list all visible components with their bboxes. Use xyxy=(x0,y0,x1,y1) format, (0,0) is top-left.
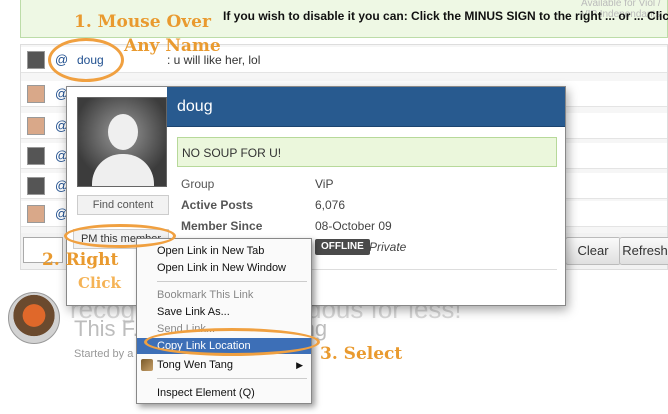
annotation-step3: 3. Select xyxy=(320,344,403,364)
menu-tong-wen-tang[interactable]: Tong Wen Tang ▶ xyxy=(137,357,311,373)
context-menu: Open Link in New Tab Open Link in New Wi… xyxy=(136,238,312,404)
clear-button[interactable]: Clear xyxy=(565,237,621,265)
annotation-step1b: Any Name xyxy=(124,36,221,56)
news-avatar[interactable] xyxy=(8,292,60,344)
offline-badge: OFFLINE xyxy=(315,239,370,255)
menu-separator xyxy=(157,378,307,379)
annotation-ring-name xyxy=(48,38,124,82)
banner-notice-text: If you wish to disable it you can: Click… xyxy=(223,9,668,23)
annotation-step2: 2. Right xyxy=(42,250,119,270)
menu-open-new-tab[interactable]: Open Link in New Tab xyxy=(137,243,311,259)
submenu-arrow-icon: ▶ xyxy=(296,360,303,370)
card-header: doug xyxy=(167,87,565,127)
field-value-posts: 6,076 xyxy=(315,198,346,212)
avatar[interactable] xyxy=(27,85,45,103)
privacy-label: Private xyxy=(369,240,407,254)
avatar[interactable] xyxy=(27,205,45,223)
find-content-button[interactable]: Find content xyxy=(77,195,169,215)
menu-bookmark-link[interactable]: Bookmark This Link xyxy=(137,287,311,303)
field-label-member-since: Member Since xyxy=(181,219,263,233)
status-message: NO SOUP FOR U! xyxy=(177,137,557,167)
menu-separator xyxy=(157,281,307,282)
annotation-ring-copy xyxy=(144,328,320,356)
avatar[interactable] xyxy=(27,177,45,195)
annotation-step2b: Click xyxy=(78,274,121,292)
menu-inspect-element[interactable]: Inspect Element (Q) xyxy=(137,385,311,401)
field-value-member-since: 08-October 09 xyxy=(315,219,392,233)
menu-save-link-as[interactable]: Save Link As... xyxy=(137,304,311,320)
field-label-group: Group xyxy=(181,177,215,191)
refresh-button[interactable]: Refresh xyxy=(619,237,668,265)
avatar[interactable] xyxy=(27,117,45,135)
field-label-posts: Active Posts xyxy=(181,198,254,212)
profile-photo xyxy=(77,97,167,187)
annotation-ring-pm xyxy=(64,224,176,248)
menu-tong-wen-tang-label: Tong Wen Tang xyxy=(157,359,234,371)
annotation-step1: 1. Mouse Over xyxy=(74,12,211,32)
card-username[interactable]: doug xyxy=(177,98,213,116)
news-started-by: Started by a xyxy=(74,348,134,360)
tong-wen-tang-icon xyxy=(141,359,153,371)
menu-open-new-window[interactable]: Open Link in New Window xyxy=(137,260,311,276)
avatar[interactable] xyxy=(27,147,45,165)
field-value-group: ViP xyxy=(315,177,334,191)
avatar[interactable] xyxy=(27,51,45,69)
